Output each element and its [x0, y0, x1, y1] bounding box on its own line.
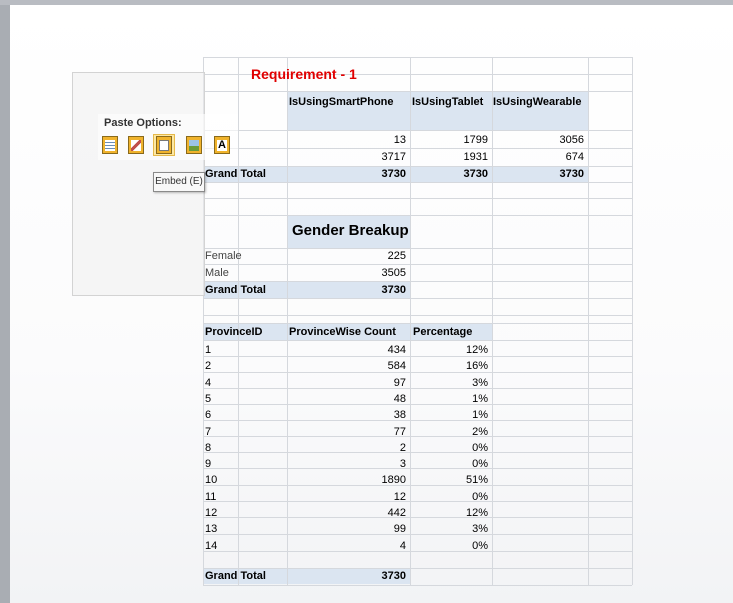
table-cell[interactable]: 1931 — [412, 149, 488, 165]
gridline-horizontal — [203, 264, 632, 265]
embed-button[interactable] — [153, 134, 175, 156]
paste-options-label: Paste Options: — [104, 117, 182, 129]
province-count[interactable]: 97 — [330, 375, 406, 391]
province-id[interactable]: 9 — [205, 456, 211, 472]
gridline-vertical — [238, 57, 239, 585]
keep-text-only-icon: A — [214, 136, 230, 154]
gender-total-value[interactable]: 3730 — [330, 282, 406, 298]
keep-text-only-button[interactable]: A — [211, 134, 233, 156]
province-id[interactable]: 7 — [205, 424, 211, 440]
table-cell[interactable]: 3056 — [508, 132, 584, 148]
province-total-label[interactable]: Grand Total — [205, 568, 266, 584]
province-id[interactable]: 1 — [205, 342, 211, 358]
province-id[interactable]: 10 — [205, 472, 217, 488]
gridline-horizontal — [203, 315, 632, 316]
embed-tooltip: Embed (E) — [153, 172, 205, 192]
province-percentage[interactable]: 3% — [412, 521, 488, 537]
table-cell[interactable]: 3717 — [330, 149, 406, 165]
gridline-vertical — [632, 57, 633, 585]
grand-total-label[interactable]: Grand Total — [205, 166, 266, 182]
requirement-title: Requirement - 1 — [251, 66, 357, 82]
province-percentage[interactable]: 0% — [412, 538, 488, 554]
gridline-horizontal — [203, 130, 632, 131]
province-count[interactable]: 48 — [330, 391, 406, 407]
column-header[interactable]: IsUsingSmartPhone — [289, 94, 394, 110]
province-column-header[interactable]: ProvinceID — [205, 324, 262, 340]
gridline-horizontal — [203, 568, 632, 569]
gridline-vertical — [492, 57, 493, 585]
gender-label[interactable]: Male — [205, 265, 229, 281]
province-percentage[interactable]: 2% — [412, 424, 488, 440]
table-cell[interactable]: 13 — [330, 132, 406, 148]
table-cell[interactable]: 674 — [508, 149, 584, 165]
picture-icon — [186, 136, 202, 154]
grand-total-value[interactable]: 3730 — [330, 166, 406, 182]
column-header[interactable]: IsUsingTablet — [412, 94, 483, 110]
gridline-horizontal — [203, 585, 632, 586]
province-total-value[interactable]: 3730 — [330, 568, 406, 584]
province-count[interactable]: 12 — [330, 489, 406, 505]
gridline-vertical — [588, 57, 589, 585]
gridline-horizontal — [203, 215, 632, 216]
province-percentage[interactable]: 1% — [412, 391, 488, 407]
province-id[interactable]: 5 — [205, 391, 211, 407]
province-id[interactable]: 2 — [205, 358, 211, 374]
province-id[interactable]: 11 — [205, 489, 216, 505]
province-count[interactable]: 584 — [330, 358, 406, 374]
gridline-horizontal — [203, 298, 632, 299]
province-percentage[interactable]: 16% — [412, 358, 488, 374]
province-percentage[interactable]: 12% — [412, 342, 488, 358]
province-count[interactable]: 2 — [330, 440, 406, 456]
province-count[interactable]: 99 — [330, 521, 406, 537]
province-count[interactable]: 1890 — [330, 472, 406, 488]
gridline-horizontal — [203, 248, 632, 249]
keep-source-formatting-icon — [128, 136, 144, 154]
use-destination-styles-icon — [102, 136, 118, 154]
province-count[interactable]: 4 — [330, 538, 406, 554]
gender-value[interactable]: 225 — [330, 248, 406, 264]
province-count[interactable]: 3 — [330, 456, 406, 472]
gender-total-label[interactable]: Grand Total — [205, 282, 266, 298]
table-cell[interactable]: 1799 — [412, 132, 488, 148]
province-percentage[interactable]: 0% — [412, 456, 488, 472]
province-id[interactable]: 13 — [205, 521, 217, 537]
picture-button[interactable] — [183, 134, 205, 156]
province-percentage[interactable]: 0% — [412, 440, 488, 456]
gridline-horizontal — [203, 340, 632, 341]
province-percentage[interactable]: 51% — [412, 472, 488, 488]
gender-breakup-title: Gender Breakup — [292, 222, 409, 239]
province-percentage[interactable]: 1% — [412, 407, 488, 423]
gridline-horizontal — [203, 281, 632, 282]
province-id[interactable]: 8 — [205, 440, 211, 456]
gridline-horizontal — [203, 91, 632, 92]
province-id[interactable]: 12 — [205, 505, 217, 521]
grand-total-value[interactable]: 3730 — [412, 166, 488, 182]
province-percentage[interactable]: 0% — [412, 489, 488, 505]
embed-icon — [156, 136, 172, 154]
gridline-vertical — [410, 57, 411, 585]
province-percentage[interactable]: 3% — [412, 375, 488, 391]
gridline-vertical — [287, 57, 288, 585]
grand-total-value[interactable]: 3730 — [508, 166, 584, 182]
province-column-header[interactable]: Percentage — [413, 324, 472, 340]
gender-label[interactable]: Female — [205, 248, 242, 264]
column-header[interactable]: IsUsingWearable — [493, 94, 581, 110]
gender-value[interactable]: 3505 — [330, 265, 406, 281]
province-count[interactable]: 38 — [330, 407, 406, 423]
province-id[interactable]: 14 — [205, 538, 217, 554]
use-destination-styles-button[interactable] — [99, 134, 121, 156]
province-count[interactable]: 77 — [330, 424, 406, 440]
gridline-horizontal — [203, 182, 632, 183]
province-id[interactable]: 6 — [205, 407, 211, 423]
keep-source-formatting-button[interactable] — [125, 134, 147, 156]
gridline-horizontal — [203, 198, 632, 199]
province-column-header[interactable]: ProvinceWise Count — [289, 324, 396, 340]
province-id[interactable]: 4 — [205, 375, 211, 391]
province-count[interactable]: 434 — [330, 342, 406, 358]
gridline-horizontal — [203, 57, 632, 58]
province-percentage[interactable]: 12% — [412, 505, 488, 521]
province-count[interactable]: 442 — [330, 505, 406, 521]
